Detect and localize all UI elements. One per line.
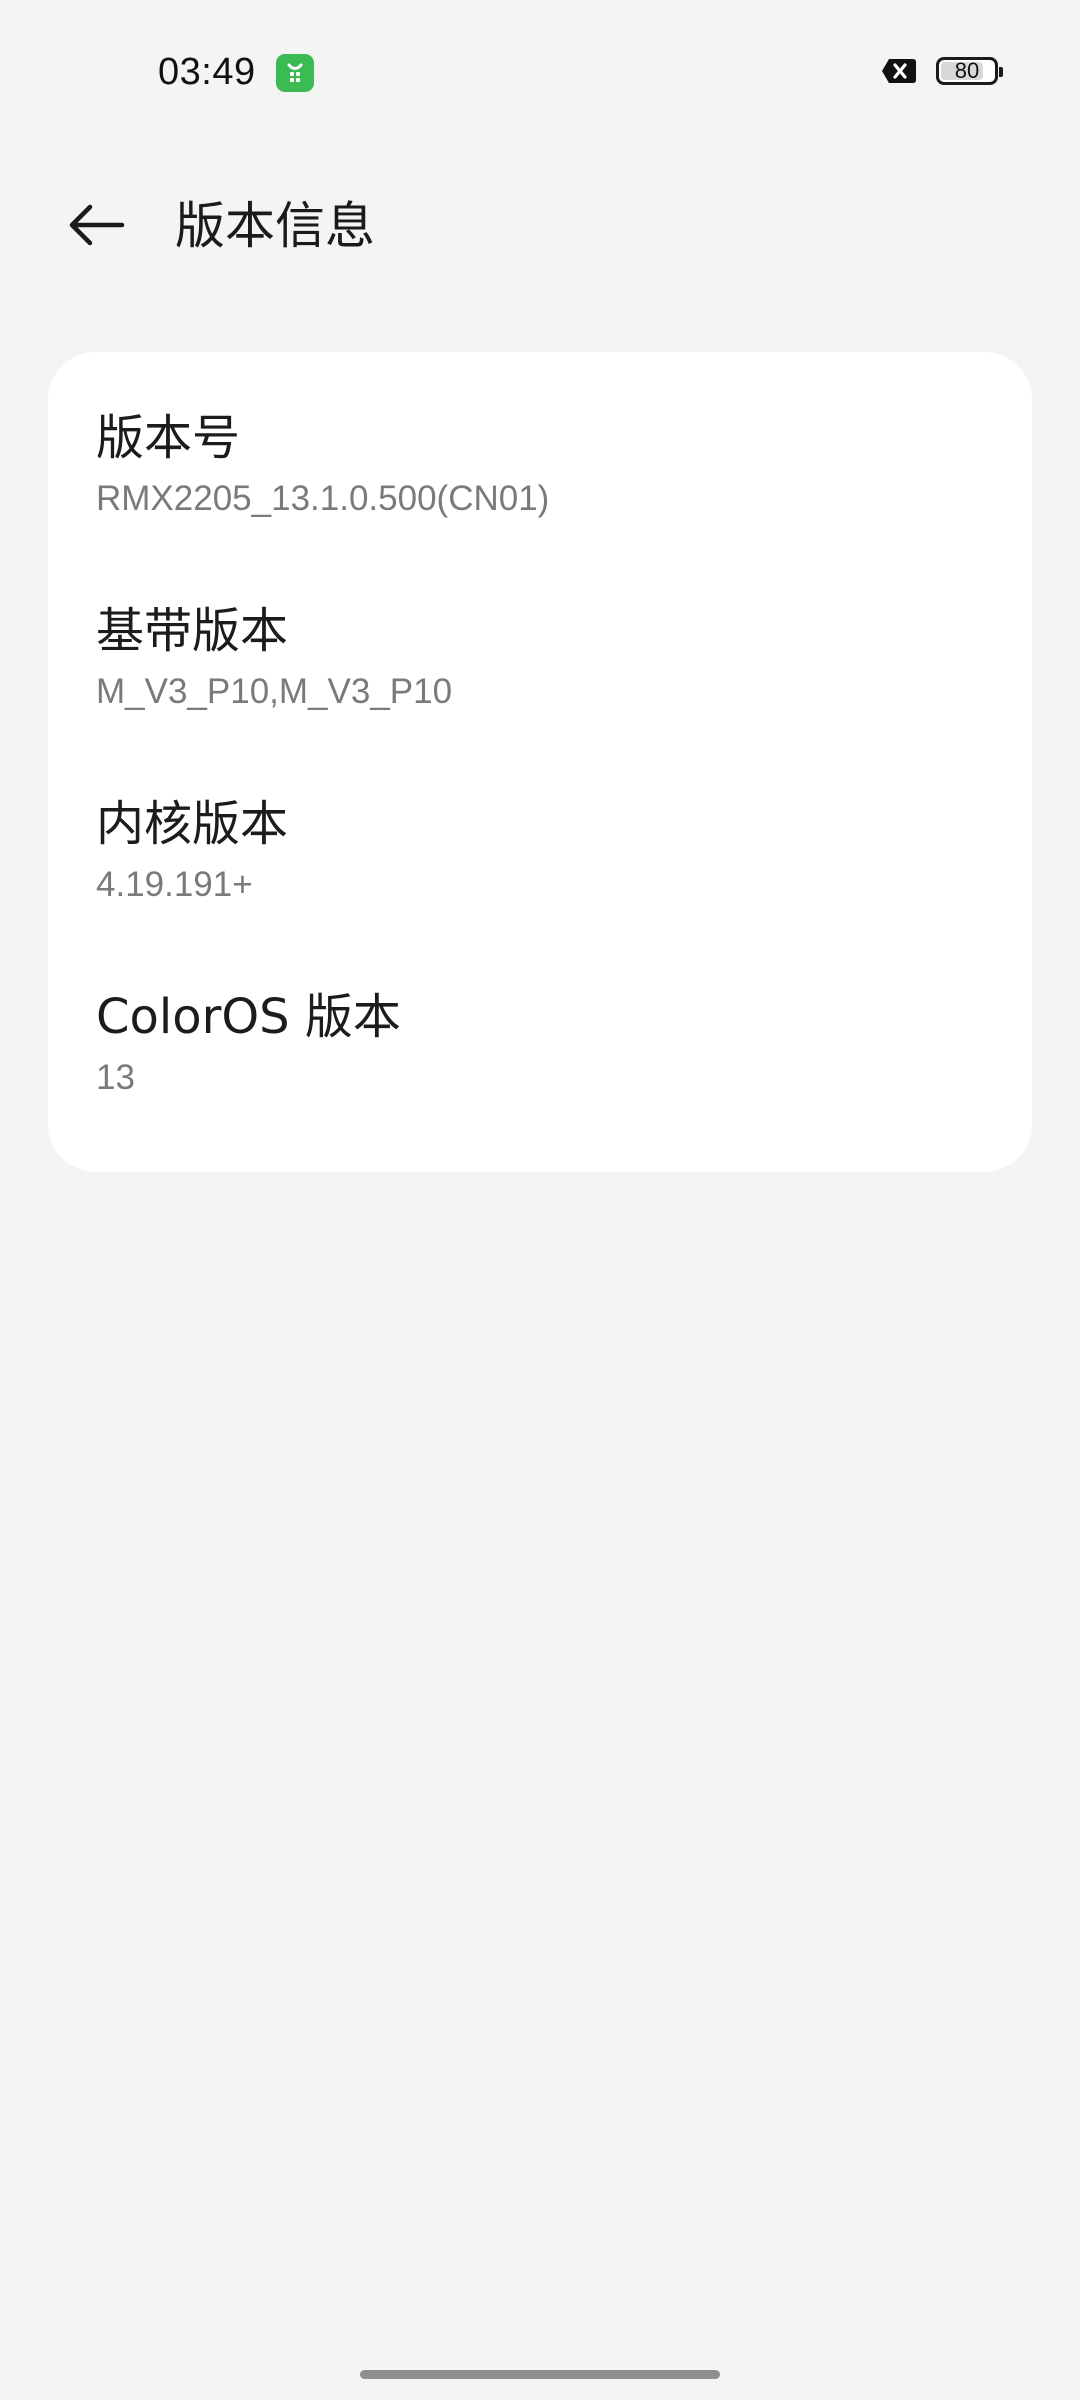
close-box-icon: [880, 56, 918, 86]
info-item-build-number[interactable]: 版本号 RMX2205_13.1.0.500(CN01): [96, 408, 986, 568]
info-item-baseband-version[interactable]: 基带版本 M_V3_P10,M_V3_P10: [96, 601, 986, 761]
info-item-title: ColorOS 版本: [96, 989, 401, 1045]
info-item-title: 基带版本: [96, 603, 289, 659]
version-info-card: 版本号 RMX2205_13.1.0.500(CN01) 基带版本 M_V3_P…: [48, 352, 1032, 1172]
info-item-kernel-version[interactable]: 内核版本 4.19.191+: [96, 794, 986, 954]
page-title: 版本信息: [175, 197, 375, 255]
info-item-value: 4.19.191+: [96, 865, 253, 904]
back-button[interactable]: [58, 192, 134, 258]
status-time: 03:49: [158, 51, 256, 93]
info-item-title: 内核版本: [96, 796, 289, 852]
shopping-bag-icon: [276, 54, 314, 92]
battery-icon: 80: [936, 57, 1003, 85]
info-item-coloros-version[interactable]: ColorOS 版本 13: [96, 987, 986, 1147]
status-bar: 03:49 80: [0, 0, 1080, 140]
battery-label: 80: [954, 58, 980, 83]
back-arrow-icon: [69, 204, 125, 246]
info-item-value: 13: [96, 1058, 135, 1097]
status-indicators: 80: [880, 56, 1003, 86]
header: 版本信息: [0, 170, 1080, 280]
info-item-title: 版本号: [96, 410, 241, 466]
info-item-value: M_V3_P10,M_V3_P10: [96, 672, 453, 711]
info-item-value: RMX2205_13.1.0.500(CN01): [96, 479, 550, 518]
home-indicator[interactable]: [360, 2370, 720, 2379]
